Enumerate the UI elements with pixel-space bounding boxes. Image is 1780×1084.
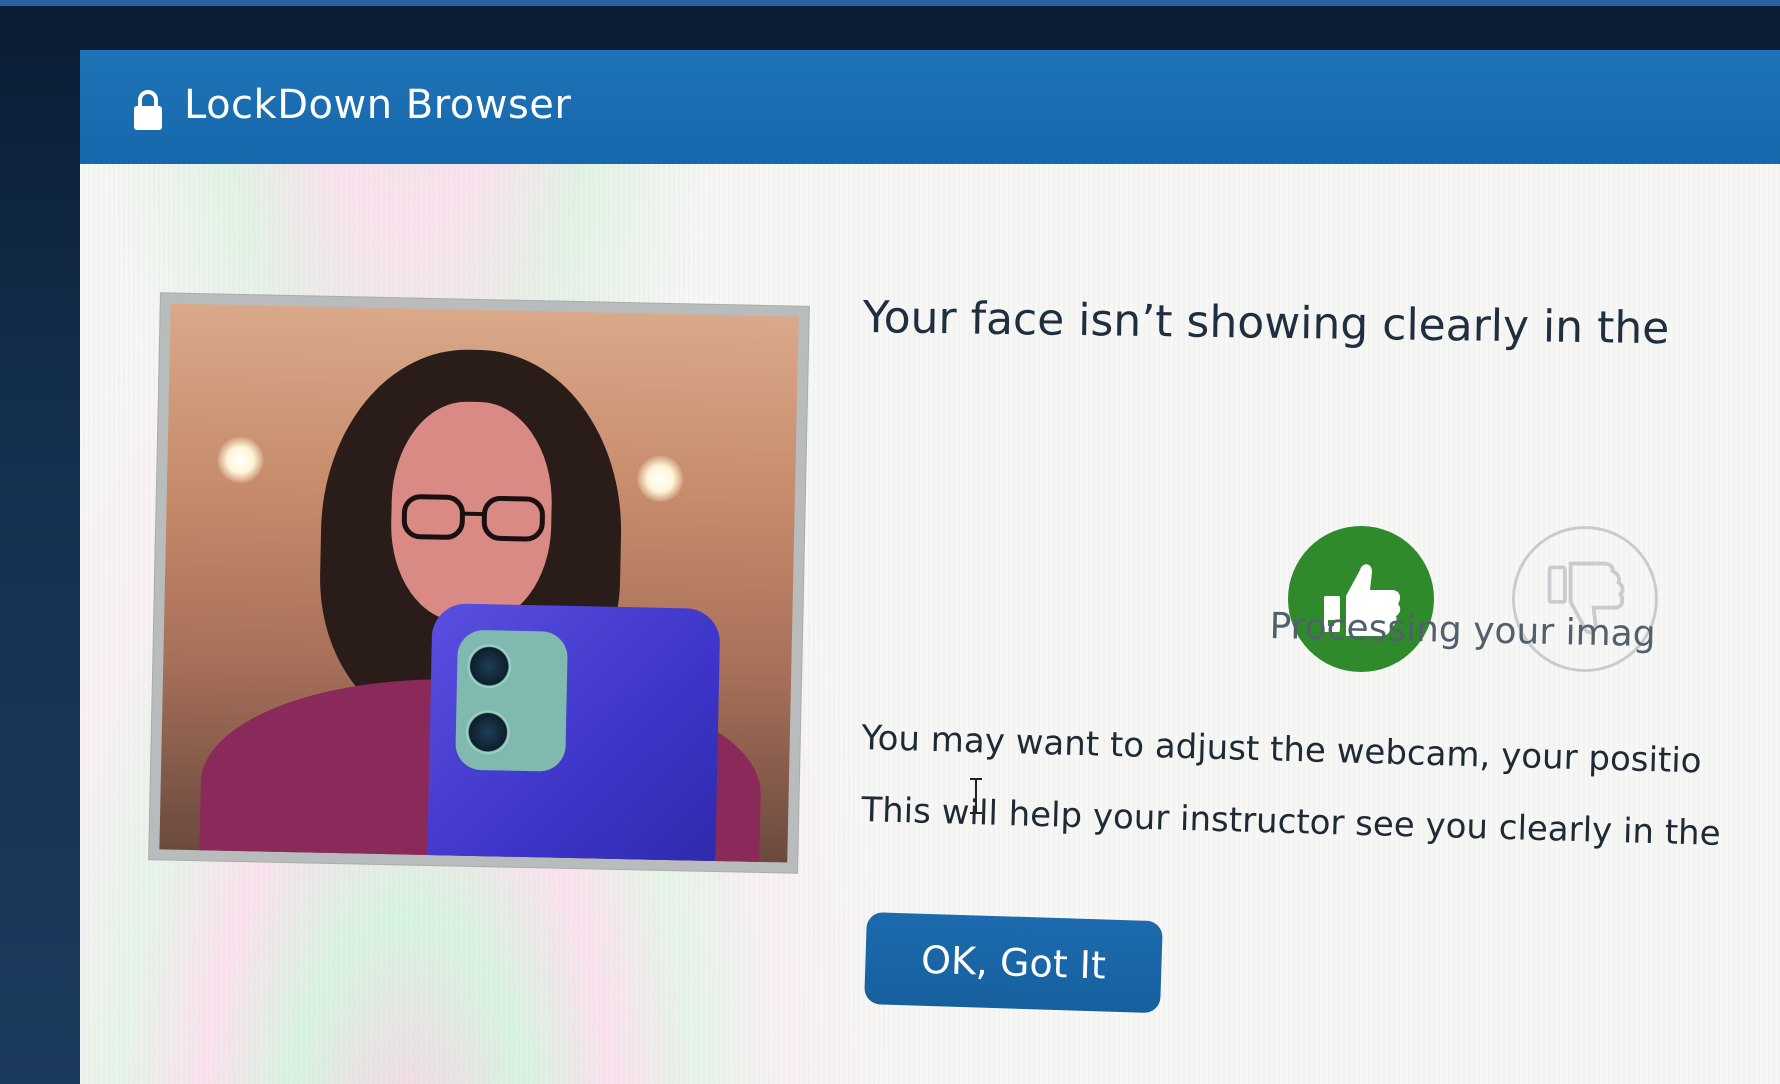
dialog-content: Your face isn’t showing clearly in the P… [80,164,1780,1084]
text-cursor-icon [970,778,982,814]
instruction-text-line-2: This will help your instructor see you c… [860,790,1722,854]
ceiling-light [636,455,684,503]
dialog-heading: Your face isn’t showing clearly in the [862,292,1670,355]
window-title: LockDown Browser [184,82,572,128]
title-bar: LockDown Browser [80,50,1780,164]
camera-lens [465,709,511,755]
webcam-preview-image [159,303,799,863]
eyeglasses [401,494,545,542]
ok-got-it-button[interactable]: OK, Got It [864,912,1163,1014]
lockdown-browser-window: LockDown Browser Your face isn’t showing… [80,50,1780,1084]
instruction-text-line-1: You may want to adjust the webcam, your … [860,718,1703,782]
thumbs-up-icon [1324,564,1401,636]
phone-camera-module [455,629,568,772]
processing-status-text: Processing your imag [1269,606,1656,656]
webcam-preview-frame [149,293,809,873]
ceiling-light [217,436,265,484]
bezel-top-strip [0,0,1780,6]
smartphone [426,603,721,863]
camera-lens [466,643,512,689]
lock-icon [134,90,162,130]
thumbs-up-button[interactable] [1288,526,1434,672]
